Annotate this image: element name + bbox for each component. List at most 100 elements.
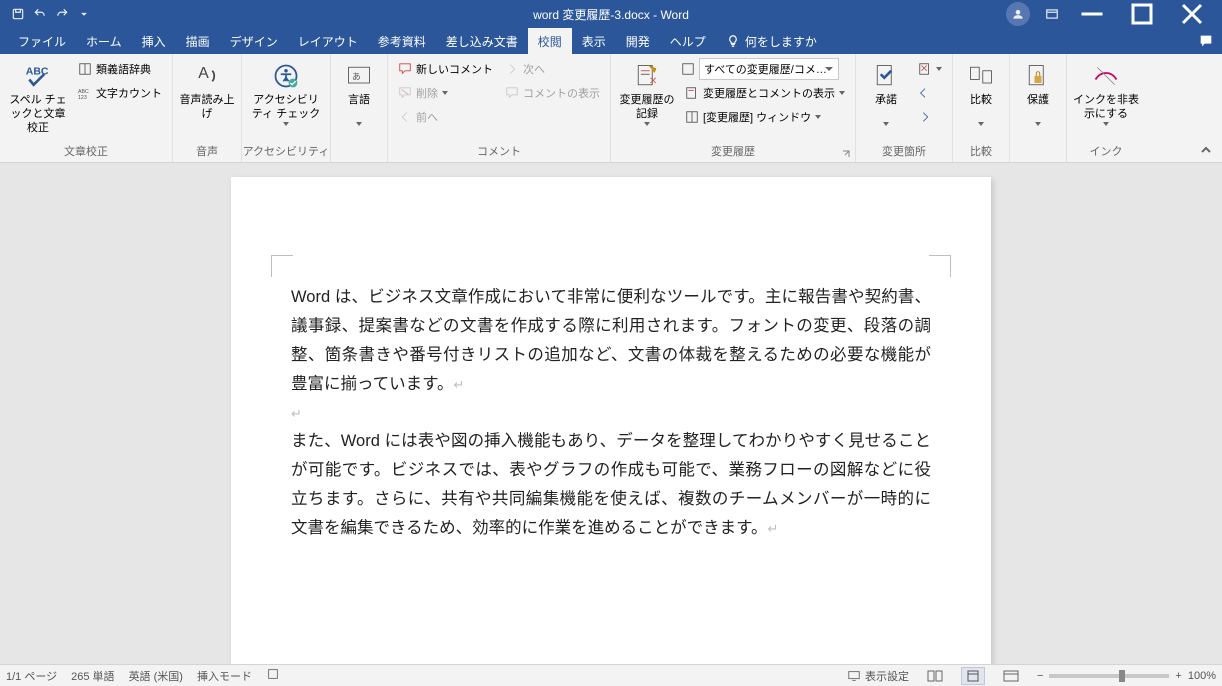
tab-file[interactable]: ファイル xyxy=(8,28,76,54)
monitor-icon xyxy=(847,669,861,683)
reviewing-pane-button[interactable]: [変更履歴] ウィンドウ xyxy=(681,106,849,128)
tell-me-label: 何をしますか xyxy=(745,33,817,50)
spell-check-button[interactable]: ABC スペル チェックと文章校正 xyxy=(6,58,70,135)
tab-view[interactable]: 表示 xyxy=(572,28,616,54)
track-changes-icon xyxy=(631,60,663,92)
new-comment-button[interactable]: 新しいコメント xyxy=(394,58,497,80)
margin-corner-tl xyxy=(271,255,293,277)
page[interactable]: Word は、ビジネス文章作成において非常に便利なツールです。主に報告書や契約書… xyxy=(231,177,991,664)
tab-developer[interactable]: 開発 xyxy=(616,28,660,54)
redo-icon[interactable] xyxy=(54,6,70,22)
tab-home[interactable]: ホーム xyxy=(76,28,132,54)
accessibility-icon xyxy=(270,60,302,92)
paragraph-2[interactable]: また、Word には表や図の挿入機能もあり、データを整理してわかりやすく見せるこ… xyxy=(291,427,931,543)
tracking-display-combo[interactable]: すべての変更履歴/コメ… xyxy=(681,58,849,80)
document-area[interactable]: Word は、ビジネス文章作成において非常に便利なツールです。主に報告書や契約書… xyxy=(0,163,1222,664)
reject-icon xyxy=(918,62,932,76)
group-changes: 承諾 変更箇所 xyxy=(856,54,953,162)
minimize-button[interactable] xyxy=(1074,0,1110,28)
reject-button[interactable] xyxy=(914,58,946,80)
word-count-button[interactable]: ABC123文字カウント xyxy=(74,82,166,104)
undo-icon[interactable] xyxy=(32,6,48,22)
print-layout-button[interactable] xyxy=(961,667,985,685)
delete-comment-button[interactable]: 削除 xyxy=(394,82,497,104)
tab-references[interactable]: 参考資料 xyxy=(368,28,436,54)
group-label-compare: 比較 xyxy=(953,141,1009,162)
web-layout-button[interactable] xyxy=(999,667,1023,685)
tab-draw[interactable]: 描画 xyxy=(176,28,220,54)
thesaurus-button[interactable]: 類義語辞典 xyxy=(74,58,166,80)
accept-icon xyxy=(870,60,902,92)
track-changes-button[interactable]: 変更履歴の記録 xyxy=(617,58,677,126)
collapse-ribbon-button[interactable] xyxy=(1198,142,1214,158)
read-aloud-icon: A xyxy=(191,60,223,92)
delete-icon xyxy=(398,86,412,100)
prev-comment-button[interactable]: 前へ xyxy=(394,106,497,128)
tab-design[interactable]: デザイン xyxy=(220,28,288,54)
svg-text:ABC: ABC xyxy=(78,89,89,95)
user-account-icon[interactable] xyxy=(1006,2,1030,26)
group-label-ink: インク xyxy=(1067,141,1145,162)
paragraph-blank[interactable]: ↵ xyxy=(291,399,931,428)
zoom-out-button[interactable]: − xyxy=(1037,670,1043,682)
autosave-icon[interactable] xyxy=(10,6,26,22)
next-change-button[interactable] xyxy=(914,106,946,128)
tracking-launcher[interactable] xyxy=(841,149,851,159)
prev-icon xyxy=(398,110,412,124)
tab-layout[interactable]: レイアウト xyxy=(288,28,368,54)
tab-mailings[interactable]: 差し込み文書 xyxy=(436,28,528,54)
protect-button[interactable]: 保護 xyxy=(1016,58,1060,126)
group-proofing: ABC スペル チェックと文章校正 類義語辞典 ABC123文字カウント 文章校… xyxy=(0,54,173,162)
group-accessibility: アクセシビリティ チェック アクセシビリティ xyxy=(242,54,331,162)
qat-customize-icon[interactable] xyxy=(76,6,92,22)
tab-insert[interactable]: 挿入 xyxy=(132,28,176,54)
zoom-in-button[interactable]: + xyxy=(1175,670,1181,682)
zoom-level[interactable]: 100% xyxy=(1188,670,1216,682)
read-aloud-button[interactable]: A 音声読み上げ xyxy=(179,58,235,122)
group-label-protect xyxy=(1010,157,1066,162)
accept-button[interactable]: 承諾 xyxy=(862,58,910,126)
status-page[interactable]: 1/1 ページ xyxy=(6,668,57,684)
group-compare: 比較 比較 xyxy=(953,54,1010,162)
group-label-tracking: 変更履歴 xyxy=(611,141,855,162)
read-mode-button[interactable] xyxy=(923,667,947,685)
tab-help[interactable]: ヘルプ xyxy=(660,28,716,54)
paragraph-1[interactable]: Word は、ビジネス文章作成において非常に便利なツールです。主に報告書や契約書… xyxy=(291,283,931,399)
zoom-slider[interactable] xyxy=(1049,674,1169,678)
status-insert-mode[interactable]: 挿入モード xyxy=(197,668,252,684)
next-icon xyxy=(505,62,519,76)
accessibility-check-button[interactable]: アクセシビリティ チェック xyxy=(248,58,324,126)
book-icon xyxy=(78,62,92,76)
hide-ink-icon xyxy=(1090,60,1122,92)
spell-check-icon: ABC xyxy=(22,60,54,92)
group-tracking: 変更履歴の記録 すべての変更履歴/コメ… 変更履歴とコメントの表示 [変更履歴]… xyxy=(611,54,856,162)
status-language[interactable]: 英語 (米国) xyxy=(129,668,183,684)
language-button[interactable]: あ 言語 xyxy=(337,58,381,126)
close-button[interactable] xyxy=(1174,0,1210,28)
show-comments-button[interactable]: コメントの表示 xyxy=(501,82,604,104)
prev-change-button[interactable] xyxy=(914,82,946,104)
compare-button[interactable]: 比較 xyxy=(959,58,1003,126)
tab-review[interactable]: 校閲 xyxy=(528,28,572,54)
prev-change-icon xyxy=(918,86,932,100)
display-settings-button[interactable]: 表示設定 xyxy=(847,668,909,684)
hide-ink-button[interactable]: インクを非表示にする xyxy=(1073,58,1139,126)
markup-icon xyxy=(685,86,699,100)
protect-icon xyxy=(1022,60,1054,92)
next-change-icon xyxy=(918,110,932,124)
ribbon-display-icon[interactable] xyxy=(1044,6,1060,22)
tell-me-search[interactable]: 何をしますか xyxy=(716,28,827,54)
maximize-button[interactable] xyxy=(1124,0,1160,28)
group-ink: インクを非表示にする インク xyxy=(1067,54,1145,162)
next-comment-button[interactable]: 次へ xyxy=(501,58,604,80)
svg-text:ABC: ABC xyxy=(26,65,49,77)
status-bar: 1/1 ページ 265 単語 英語 (米国) 挿入モード 表示設定 − + 10… xyxy=(0,664,1222,686)
status-macro-icon[interactable] xyxy=(266,667,280,684)
svg-text:あ: あ xyxy=(352,72,361,82)
group-comments: 新しいコメント 削除 前へ 次へ コメントの表示 コメント xyxy=(388,54,611,162)
group-label-language xyxy=(331,157,387,162)
group-speech: A 音声読み上げ 音声 xyxy=(173,54,242,162)
show-markup-button[interactable]: 変更履歴とコメントの表示 xyxy=(681,82,849,104)
status-words[interactable]: 265 単語 xyxy=(71,668,114,684)
group-label-changes: 変更箇所 xyxy=(856,141,952,162)
